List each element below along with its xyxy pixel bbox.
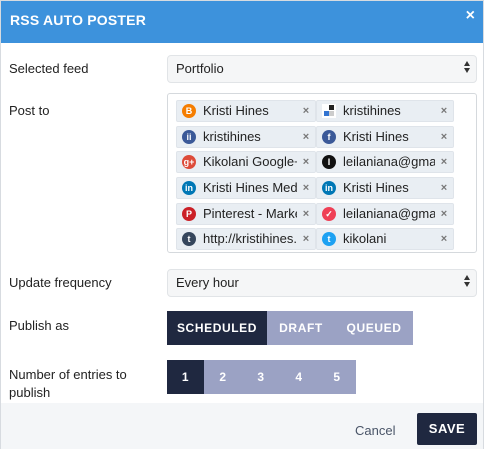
- select-arrows-icon: [464, 61, 470, 73]
- selected-feed-value: Portfolio: [176, 61, 224, 76]
- remove-account-icon[interactable]: ×: [435, 204, 453, 224]
- update-frequency-label: Update frequency: [9, 275, 112, 290]
- delicious-icon: [322, 104, 336, 118]
- remove-account-icon[interactable]: ×: [297, 152, 315, 172]
- post-to-label: Post to: [9, 103, 50, 118]
- pinterest-icon: P: [182, 207, 196, 221]
- selected-feed-label: Selected feed: [9, 61, 89, 76]
- account-tag: g+ Kikolani Google+ ×: [176, 151, 316, 173]
- blogger-icon: B: [182, 104, 196, 118]
- entries-option-3[interactable]: 3: [242, 360, 280, 394]
- remove-account-icon[interactable]: ×: [435, 101, 453, 121]
- remove-account-icon[interactable]: ×: [435, 152, 453, 172]
- close-icon[interactable]: ×: [466, 8, 475, 24]
- linkedin-icon: in: [322, 181, 336, 195]
- google-plus-icon: g+: [182, 155, 196, 169]
- publish-scheduled-button[interactable]: SCHEDULED: [167, 311, 267, 345]
- post-to-field[interactable]: B Kristi Hines × kristihines × ii kristihines ×…: [167, 93, 477, 253]
- instapaper-dark-icon: I: [322, 155, 336, 169]
- account-tag: thttp://kristihines.tumblr.com×: [176, 228, 316, 250]
- account-tag: t kikolani ×: [316, 228, 454, 250]
- rss-auto-poster-dialog: RSS AUTO POSTER × Selected feed Portfoli…: [0, 0, 484, 449]
- update-frequency-select[interactable]: Every hour: [167, 269, 477, 297]
- entries-option-5[interactable]: 5: [318, 360, 356, 394]
- publish-draft-button[interactable]: DRAFT: [267, 311, 335, 345]
- remove-account-icon[interactable]: ×: [297, 204, 315, 224]
- entries-option-4[interactable]: 4: [280, 360, 318, 394]
- pocket-icon: ✓: [322, 207, 336, 221]
- account-tag: Ileilaniana@gmail.com×: [316, 151, 454, 173]
- publish-as-label: Publish as: [9, 318, 69, 333]
- dialog-header: RSS AUTO POSTER ×: [1, 1, 483, 43]
- account-tag: in Kristi Hines Media ×: [176, 177, 316, 199]
- account-tag: ii kristihines ×: [176, 126, 316, 148]
- entries-option-1[interactable]: 1: [167, 360, 204, 394]
- selected-feed-select[interactable]: Portfolio: [167, 55, 477, 83]
- remove-account-icon[interactable]: ×: [297, 127, 315, 147]
- remove-account-icon[interactable]: ×: [297, 178, 315, 198]
- account-tag: B Kristi Hines ×: [176, 100, 316, 122]
- account-tag: kristihines ×: [316, 100, 454, 122]
- remove-account-icon[interactable]: ×: [297, 101, 315, 121]
- remove-account-icon[interactable]: ×: [435, 127, 453, 147]
- twitter-icon: t: [322, 232, 336, 246]
- cancel-button[interactable]: Cancel: [355, 423, 395, 438]
- remove-account-icon[interactable]: ×: [435, 178, 453, 198]
- tumblr-icon: t: [182, 232, 196, 246]
- publish-queued-button[interactable]: QUEUED: [335, 311, 413, 345]
- account-tag: f Kristi Hines ×: [316, 126, 454, 148]
- facebook-icon: f: [322, 130, 336, 144]
- remove-account-icon[interactable]: ×: [435, 229, 453, 249]
- instapaper-icon: ii: [182, 130, 196, 144]
- remove-account-icon[interactable]: ×: [297, 229, 315, 249]
- account-tag: in Kristi Hines ×: [316, 177, 454, 199]
- dialog-title: RSS AUTO POSTER: [10, 12, 147, 28]
- account-tag: ✓leilaniana@gmail.com×: [316, 203, 454, 225]
- linkedin-icon: in: [182, 181, 196, 195]
- account-tag: P Pinterest - Marketing ×: [176, 203, 316, 225]
- select-arrows-icon: [464, 275, 470, 287]
- entries-option-2[interactable]: 2: [204, 360, 242, 394]
- entries-label-line2: publish: [9, 385, 51, 400]
- entries-count-toggle: 1 2 3 4 5: [167, 360, 356, 394]
- entries-label-line1: Number of entries to: [9, 367, 127, 382]
- update-frequency-value: Every hour: [176, 275, 239, 290]
- save-button[interactable]: SAVE: [417, 413, 477, 445]
- dialog-footer: Cancel SAVE: [1, 403, 483, 449]
- publish-as-toggle: SCHEDULED DRAFT QUEUED: [167, 311, 413, 345]
